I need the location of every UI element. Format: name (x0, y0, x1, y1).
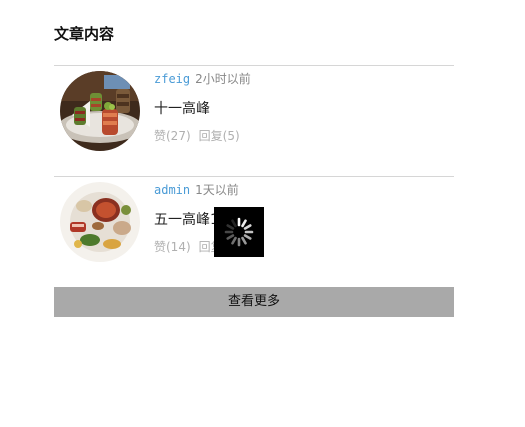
author-link[interactable]: admin (154, 183, 190, 197)
article-thumbnail[interactable] (60, 71, 140, 151)
spinner-graphic (224, 217, 254, 247)
food-image-hotpot (60, 182, 140, 262)
article-title[interactable]: 十一高峰 (154, 99, 210, 119)
load-more-button[interactable]: 查看更多 (54, 287, 454, 317)
article-title[interactable]: 五一高峰1 (154, 210, 219, 230)
like-count[interactable]: 赞(27) (154, 129, 191, 143)
article-item[interactable]: zfeig 2小时以前 十一高峰 赞(27) 回复(5) (54, 66, 454, 166)
section-title: 文章内容 (54, 25, 115, 43)
page: 文章内容 zfeig 2小时以前 十一高峰 赞(27) 回复(5) admin … (0, 0, 525, 427)
post-time: 2小时以前 (195, 72, 251, 86)
author-link[interactable]: zfeig (154, 72, 190, 86)
article-meta: zfeig 2小时以前 (154, 71, 251, 87)
article-meta: admin 1天以前 (154, 182, 239, 198)
loading-spinner-icon (214, 207, 264, 257)
article-stats: 赞(27) 回复(5) (154, 128, 240, 144)
food-image-skewers (60, 71, 140, 151)
reply-count[interactable]: 回复(5) (199, 129, 240, 143)
like-count[interactable]: 赞(14) (154, 240, 191, 254)
article-stats: 赞(14) 回复 (154, 239, 223, 255)
post-time: 1天以前 (195, 183, 239, 197)
article-thumbnail[interactable] (60, 182, 140, 262)
